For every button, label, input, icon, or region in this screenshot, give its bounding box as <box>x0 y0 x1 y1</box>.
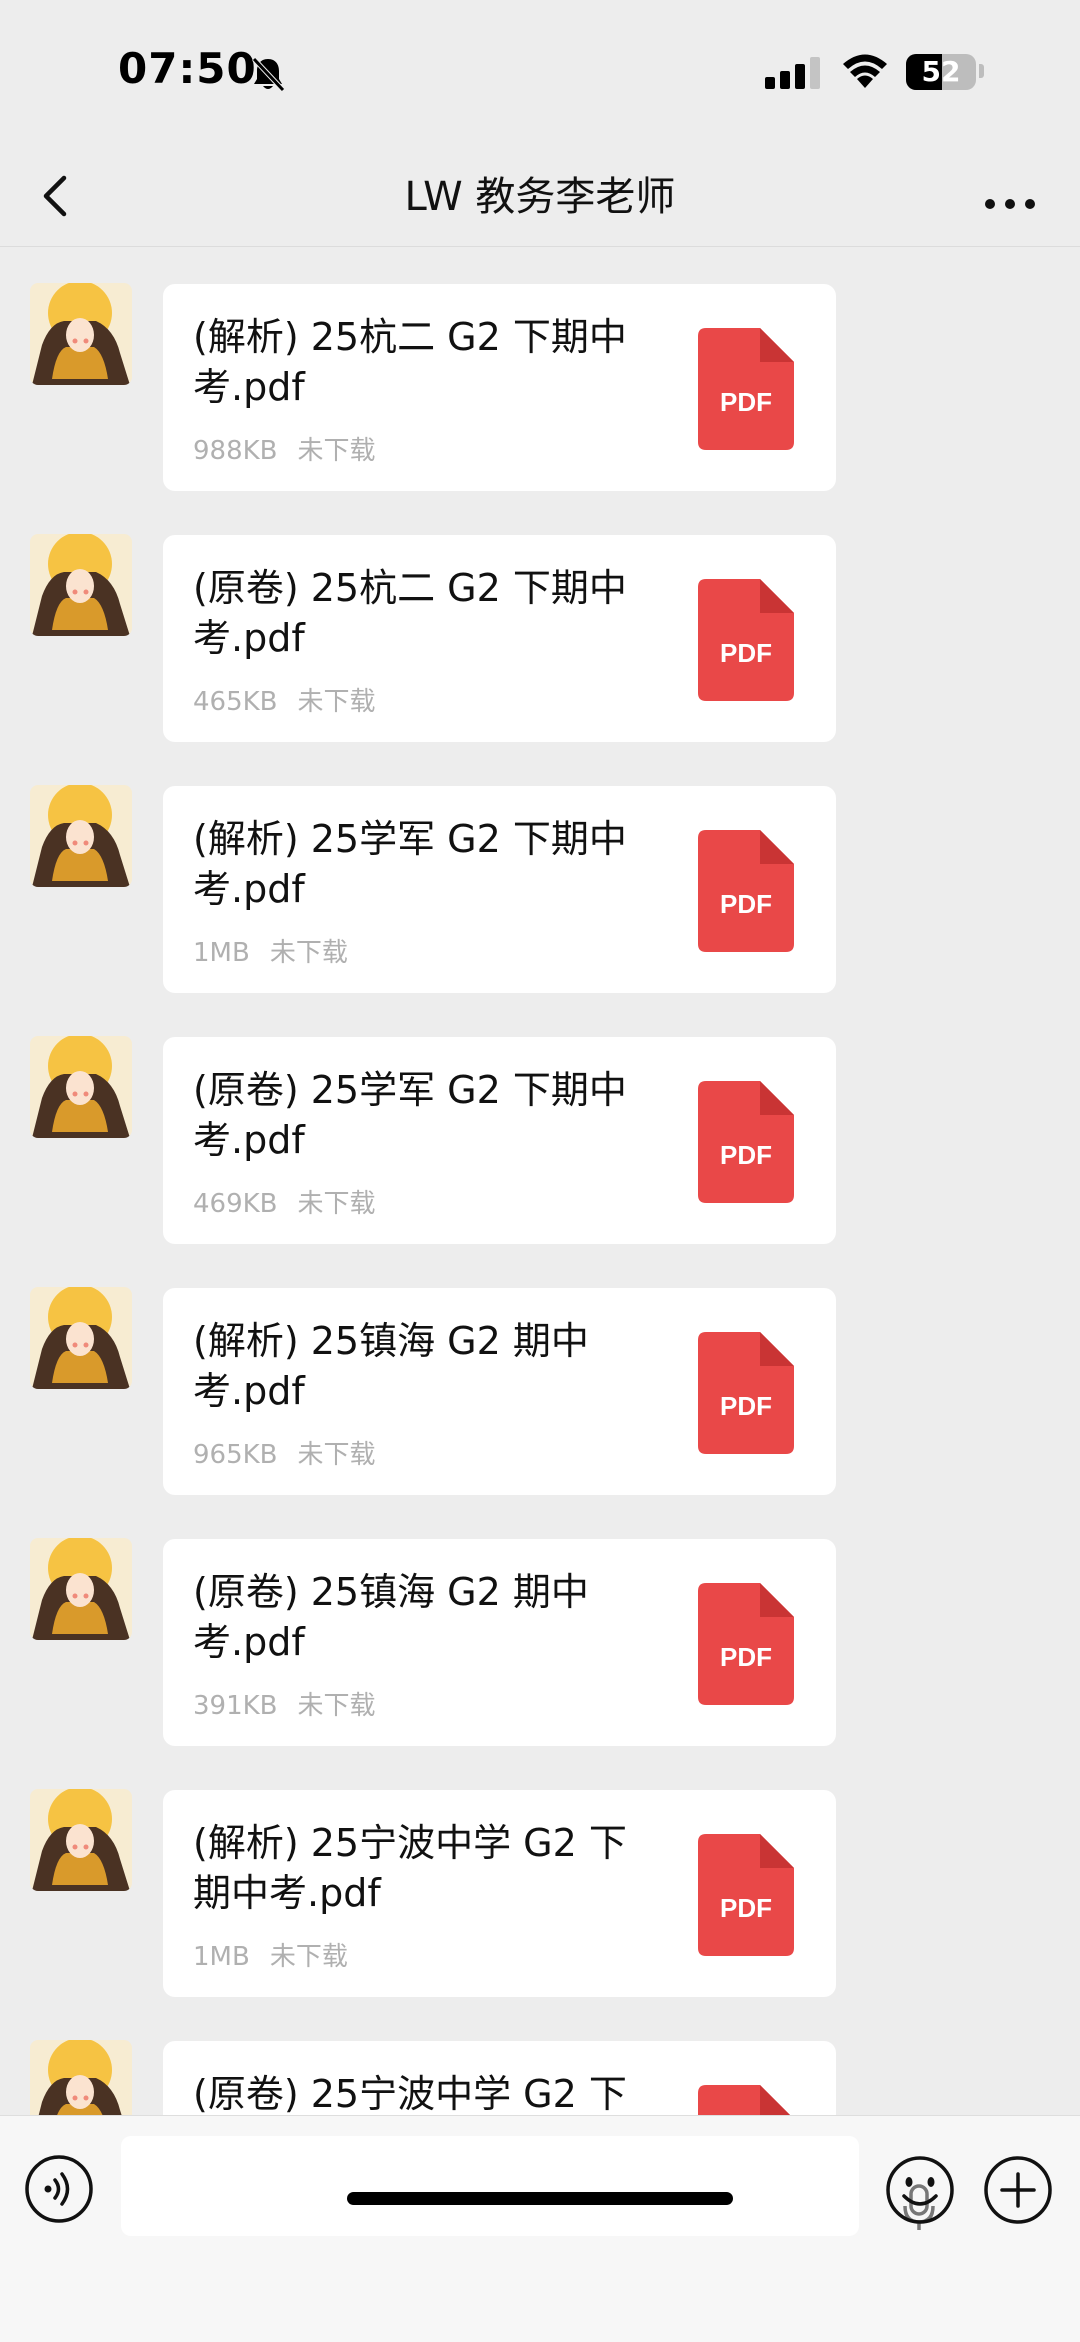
home-indicator <box>347 2192 733 2205</box>
cellular-signal-icon <box>765 57 820 89</box>
download-status: 未下载 <box>297 687 376 717</box>
pdf-file-icon: PDF <box>698 1081 794 1203</box>
file-size: 391KB <box>193 1691 278 1721</box>
file-message-bubble[interactable]: (原卷) 25宁波中学 G2 下 <box>163 2041 836 2115</box>
pdf-file-icon: PDF <box>698 328 794 450</box>
message-row: (原卷) 25宁波中学 G2 下 <box>0 2004 1080 2115</box>
message-list: (解析) 25杭二 G2 下期中考.pdf 988KB 未下载 PDF (原卷)… <box>0 247 1080 2115</box>
message-row: (解析) 25学军 G2 下期中考.pdf 1MB 未下载 PDF <box>0 749 1080 993</box>
file-message-bubble[interactable]: (解析) 25学军 G2 下期中考.pdf 1MB 未下载 PDF <box>163 786 836 993</box>
file-message-bubble[interactable]: (原卷) 25杭二 G2 下期中考.pdf 465KB 未下载 PDF <box>163 535 836 742</box>
avatar[interactable] <box>30 283 132 385</box>
download-status: 未下载 <box>297 1440 376 1470</box>
file-meta: 965KB 未下载 <box>193 1434 376 1471</box>
battery-icon: 52 <box>906 54 976 90</box>
pdf-icon-label: PDF <box>720 1391 772 1421</box>
pdf-file-icon <box>698 2085 790 2115</box>
file-name: (解析) 25杭二 G2 下期中考.pdf <box>193 315 627 409</box>
download-status: 未下载 <box>269 1942 348 1972</box>
pdf-icon-label: PDF <box>720 387 772 417</box>
file-name: (原卷) 25学军 G2 下期中考.pdf <box>193 1068 627 1162</box>
ellipsis-icon[interactable] <box>970 164 1050 234</box>
file-message-bubble[interactable]: (解析) 25宁波中学 G2 下期中考.pdf 1MB 未下载 PDF <box>163 1790 836 1997</box>
message-row: (解析) 25杭二 G2 下期中考.pdf 988KB 未下载 PDF <box>0 247 1080 491</box>
chat-header: LW 教务李老师 <box>0 150 1080 247</box>
avatar[interactable] <box>30 1538 132 1640</box>
avatar[interactable] <box>30 785 132 887</box>
file-meta: 391KB 未下载 <box>193 1685 376 1722</box>
file-size: 1MB <box>193 938 250 968</box>
file-name: (解析) 25镇海 G2 期中考.pdf <box>193 1319 589 1413</box>
download-status: 未下载 <box>297 1691 376 1721</box>
battery-level: 52 <box>921 55 961 88</box>
file-meta: 469KB 未下载 <box>193 1183 376 1220</box>
download-status: 未下载 <box>297 436 376 466</box>
message-row: (原卷) 25杭二 G2 下期中考.pdf 465KB 未下载 PDF <box>0 498 1080 742</box>
avatar[interactable] <box>30 1789 132 1891</box>
file-meta: 988KB 未下载 <box>193 430 376 467</box>
pdf-icon-label: PDF <box>720 1642 772 1672</box>
download-status: 未下载 <box>297 1189 376 1219</box>
message-row: (解析) 25宁波中学 G2 下期中考.pdf 1MB 未下载 PDF <box>0 1753 1080 1997</box>
emoji-icon[interactable] <box>884 2154 956 2226</box>
file-size: 988KB <box>193 436 278 466</box>
file-message-bubble[interactable]: (解析) 25杭二 G2 下期中考.pdf 988KB 未下载 PDF <box>163 284 836 491</box>
file-name: (原卷) 25镇海 G2 期中考.pdf <box>193 1570 589 1664</box>
pdf-icon-label: PDF <box>720 638 772 668</box>
message-row: (原卷) 25学军 G2 下期中考.pdf 469KB 未下载 PDF <box>0 1000 1080 1244</box>
file-size: 1MB <box>193 1942 250 1972</box>
avatar[interactable] <box>30 2040 132 2115</box>
file-name: (解析) 25宁波中学 G2 下期中考.pdf <box>193 1821 627 1915</box>
pdf-file-icon: PDF <box>698 1834 794 1956</box>
battery-tip <box>979 64 984 78</box>
plus-icon[interactable] <box>982 2154 1054 2226</box>
pdf-icon-label: PDF <box>720 1893 772 1923</box>
pdf-file-icon: PDF <box>698 579 794 701</box>
message-row: (解析) 25镇海 G2 期中考.pdf 965KB 未下载 PDF <box>0 1251 1080 1495</box>
download-status: 未下载 <box>269 938 348 968</box>
file-message-bubble[interactable]: (解析) 25镇海 G2 期中考.pdf 965KB 未下载 PDF <box>163 1288 836 1495</box>
file-name: (原卷) 25宁波中学 G2 下 <box>193 2072 627 2115</box>
bell-muted-icon <box>252 57 285 92</box>
file-meta: 465KB 未下载 <box>193 681 376 718</box>
avatar[interactable] <box>30 1287 132 1389</box>
wifi-icon <box>843 54 887 88</box>
file-name: (原卷) 25杭二 G2 下期中考.pdf <box>193 566 627 660</box>
file-meta: 1MB 未下载 <box>193 932 348 969</box>
pdf-icon-label: PDF <box>720 1140 772 1170</box>
avatar[interactable] <box>30 1036 132 1138</box>
file-message-bubble[interactable]: (原卷) 25学军 G2 下期中考.pdf 469KB 未下载 PDF <box>163 1037 836 1244</box>
chat-title: LW 教务李老师 <box>404 174 676 220</box>
pdf-file-icon: PDF <box>698 830 794 952</box>
voice-wave-icon[interactable] <box>24 2154 94 2224</box>
status-bar: 07:50 52 <box>0 0 1080 150</box>
chat-input-bar <box>0 2115 1080 2342</box>
pdf-file-icon: PDF <box>698 1583 794 1705</box>
avatar[interactable] <box>30 534 132 636</box>
file-message-bubble[interactable]: (原卷) 25镇海 G2 期中考.pdf 391KB 未下载 PDF <box>163 1539 836 1746</box>
pdf-icon-label: PDF <box>720 889 772 919</box>
pdf-file-icon: PDF <box>698 1332 794 1454</box>
file-name: (解析) 25学军 G2 下期中考.pdf <box>193 817 627 911</box>
message-input[interactable] <box>121 2136 935 2236</box>
file-size: 965KB <box>193 1440 278 1470</box>
file-meta: 1MB 未下载 <box>193 1936 348 1973</box>
status-time: 07:50 <box>118 44 257 93</box>
message-row: (原卷) 25镇海 G2 期中考.pdf 391KB 未下载 PDF <box>0 1502 1080 1746</box>
file-size: 469KB <box>193 1189 278 1219</box>
file-size: 465KB <box>193 687 278 717</box>
